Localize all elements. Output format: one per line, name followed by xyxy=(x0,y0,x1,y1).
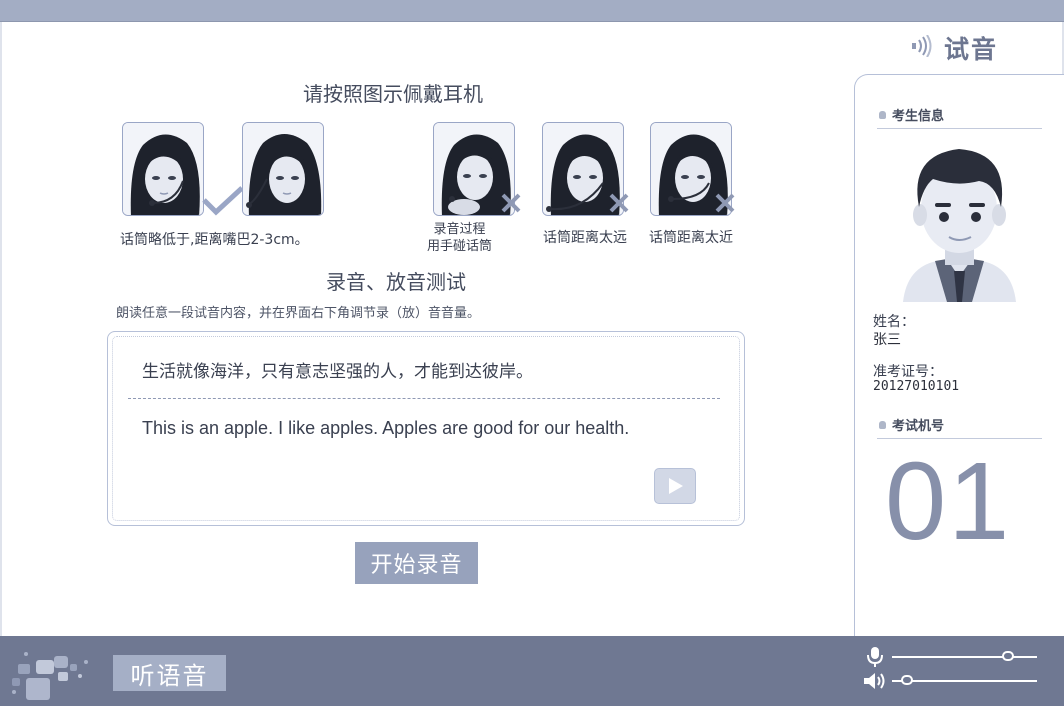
bottom-bar: 听语音 xyxy=(0,636,1064,706)
candidate-info-header: 考生信息 xyxy=(877,105,1042,129)
speaker-volume-slider[interactable] xyxy=(900,675,913,685)
mic-volume-slider[interactable] xyxy=(1002,651,1014,661)
name-value: 张三 xyxy=(873,332,901,348)
caption-wrong-far: 话筒距离太远 xyxy=(543,230,627,246)
avatar xyxy=(887,137,1032,302)
speaker-volume-track[interactable] xyxy=(892,680,1037,682)
checkmark-icon xyxy=(200,186,244,220)
caption-correct-wearing: 话筒略低于,距离嘴巴2-3cm。 xyxy=(120,232,309,248)
mic-volume-track[interactable] xyxy=(892,656,1037,658)
sound-icon xyxy=(908,34,934,61)
listen-audio-button[interactable]: 听语音 xyxy=(113,655,226,691)
play-icon xyxy=(669,478,683,494)
microphone-icon xyxy=(866,646,884,672)
headset-photo-correct-2 xyxy=(242,122,324,216)
divider xyxy=(128,398,720,399)
speaker-icon xyxy=(862,671,888,695)
sample-text-box: 生活就像海洋，只有意志坚强的人，才能到达彼岸。 This is an apple… xyxy=(107,331,745,526)
bullet-icon xyxy=(879,420,886,429)
exam-id-value: 20127010101 xyxy=(873,379,960,394)
bullet-icon xyxy=(879,110,886,119)
headset-photo-correct-1 xyxy=(122,122,204,216)
page-title: 试音 xyxy=(943,35,998,64)
caption-wrong-near: 话筒距离太近 xyxy=(649,230,733,246)
cross-icon xyxy=(608,192,630,218)
candidate-panel: 考生信息 姓名： 张三 准考证号： 20127010101 考试机号 01 xyxy=(854,74,1064,637)
english-sample-text: This is an apple. I like apples. Apples … xyxy=(142,418,630,438)
chinese-sample-text: 生活就像海洋，只有意志坚强的人，才能到达彼岸。 xyxy=(142,362,533,382)
recording-instruction: 朗读任意一段试音内容，并在界面右下角调节录（放）音音量。 xyxy=(116,306,481,321)
top-bar xyxy=(0,0,1064,22)
play-button[interactable] xyxy=(654,468,696,504)
machine-number-header: 考试机号 xyxy=(877,415,1042,439)
caption-wrong-hand: 录音过程 用手碰话筒 xyxy=(427,222,493,254)
page-header: 试音 xyxy=(908,30,998,66)
recording-test-title: 录音、放音测试 xyxy=(326,270,466,294)
headset-instruction-title: 请按照图示佩戴耳机 xyxy=(303,82,483,106)
exam-id-label: 准考证号： xyxy=(873,364,943,380)
logo-icon xyxy=(8,642,98,706)
name-label: 姓名： xyxy=(873,314,915,330)
machine-number: 01 xyxy=(885,440,1012,563)
start-recording-button[interactable]: 开始录音 xyxy=(355,542,478,584)
cross-icon xyxy=(714,192,736,218)
cross-icon xyxy=(500,192,522,218)
